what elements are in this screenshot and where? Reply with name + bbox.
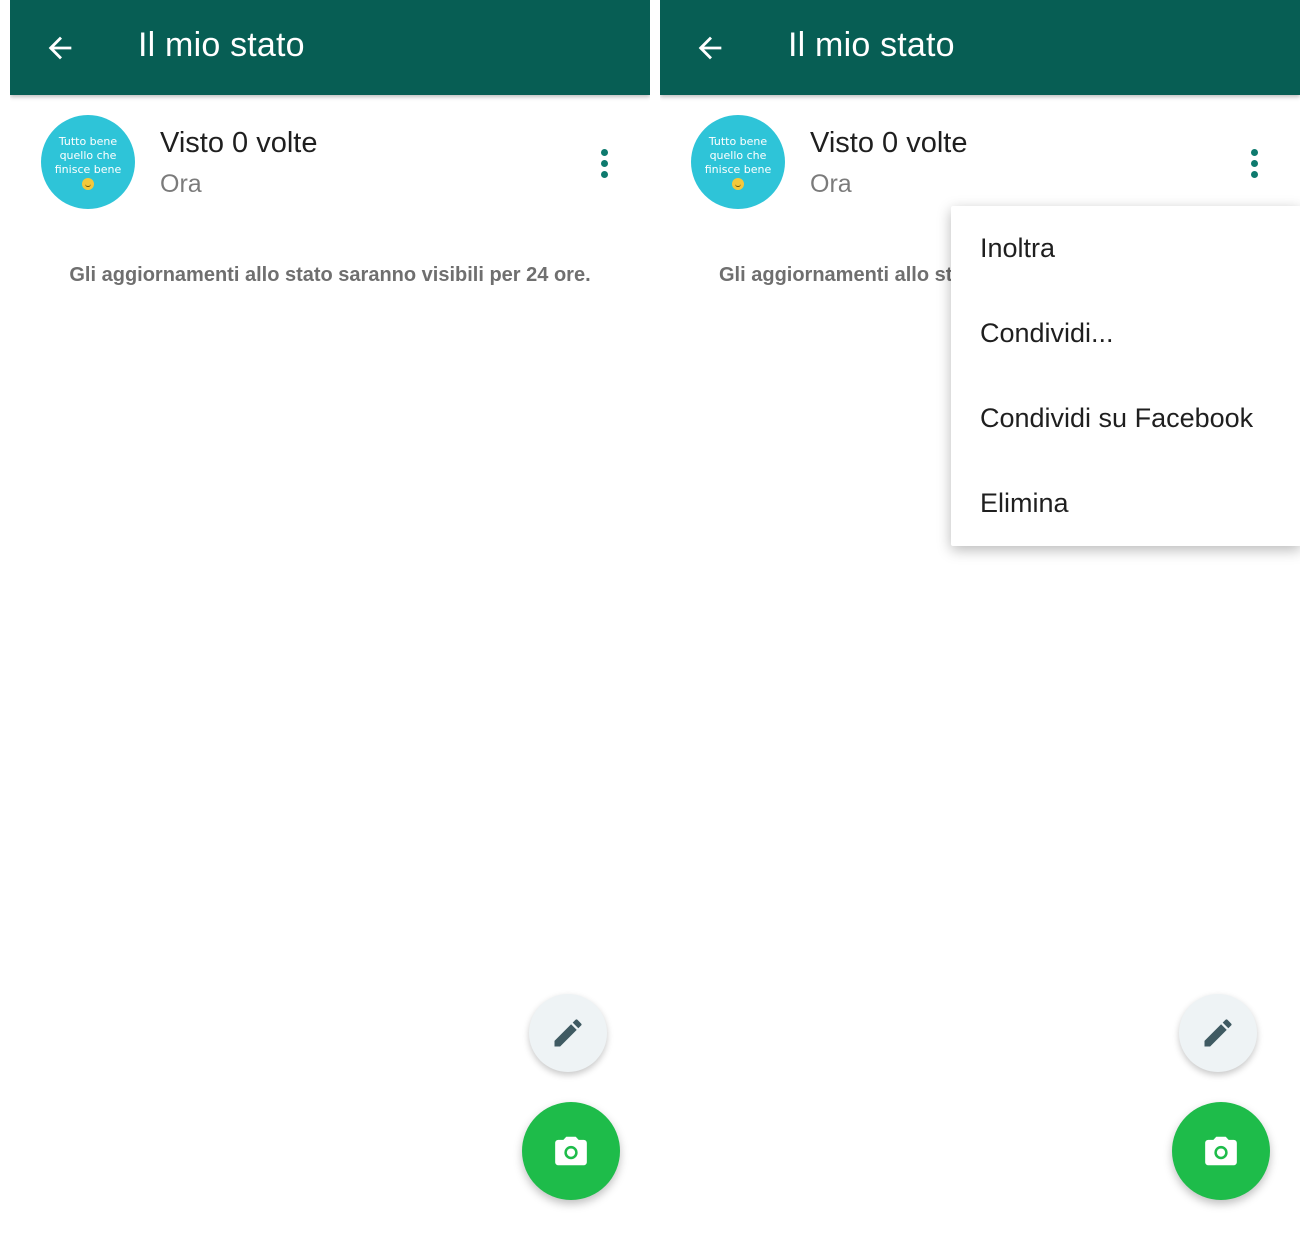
thumbnail-text-line: Tutto bene	[58, 134, 118, 148]
menu-item-share[interactable]: Condividi...	[951, 291, 1300, 376]
status-thumbnail[interactable]: Tutto bene quello che finisce bene	[41, 115, 135, 209]
arrow-back-icon	[48, 36, 72, 60]
camera-status-button[interactable]	[522, 1102, 620, 1200]
more-vert-icon-dot	[1250, 159, 1258, 167]
menu-item-delete[interactable]: Elimina	[951, 461, 1300, 546]
more-vert-icon	[600, 148, 608, 156]
app-bar: Il mio stato	[660, 0, 1300, 95]
thumbnail-text-line: finisce bene	[54, 162, 122, 176]
more-vert-icon-dot	[1250, 170, 1258, 178]
menu-item-forward[interactable]: Inoltra	[951, 206, 1300, 291]
edit-text-status-button[interactable]	[529, 994, 607, 1072]
status-visibility-info: Gli aggiornamenti allo stato saranno vis…	[69, 264, 591, 286]
menu-item-share-facebook[interactable]: Condividi su Facebook	[951, 376, 1300, 461]
views-count: Visto 0 volte	[810, 127, 968, 159]
status-thumbnail[interactable]: Tutto bene quello che finisce bene	[691, 115, 785, 209]
status-time: Ora	[810, 170, 852, 198]
my-status-row[interactable]: Tutto bene quello che finisce bene Visto…	[10, 115, 650, 211]
views-count: Visto 0 volte	[160, 127, 318, 159]
back-button[interactable]	[686, 24, 734, 72]
page-title: Il mio stato	[138, 26, 305, 64]
more-options-button[interactable]	[1234, 139, 1274, 187]
pencil-icon	[554, 1019, 582, 1047]
page-title: Il mio stato	[788, 26, 955, 64]
grinning-face-emoji-icon	[732, 177, 744, 190]
more-options-button[interactable]	[584, 139, 624, 187]
overflow-menu: Inoltra Condividi... Condividi su Facebo…	[951, 206, 1300, 546]
camera-icon	[555, 1136, 587, 1166]
status-screen-right: Il mio stato Tutto bene quello che finis…	[660, 0, 1300, 1242]
more-vert-icon-dot	[600, 170, 608, 178]
thumbnail-text-line: Tutto bene	[708, 134, 768, 148]
thumbnail-text-line: quello che	[709, 148, 767, 162]
grinning-face-emoji-icon	[82, 177, 94, 190]
camera-status-button[interactable]	[1172, 1102, 1270, 1200]
edit-text-status-button[interactable]	[1179, 994, 1257, 1072]
thumbnail-text-line: quello che	[59, 148, 117, 162]
more-vert-icon-dot	[600, 159, 608, 167]
thumbnail-text-line: finisce bene	[704, 162, 772, 176]
app-bar: Il mio stato	[10, 0, 650, 95]
camera-icon	[1205, 1136, 1237, 1166]
status-screen-left: Il mio stato Tutto bene quello che finis…	[10, 0, 650, 1242]
my-status-row[interactable]: Tutto bene quello che finisce bene Visto…	[660, 115, 1300, 211]
more-vert-icon	[1250, 148, 1258, 156]
status-time: Ora	[160, 170, 202, 198]
arrow-back-icon	[698, 36, 722, 60]
pencil-icon	[1204, 1019, 1232, 1047]
back-button[interactable]	[36, 24, 84, 72]
